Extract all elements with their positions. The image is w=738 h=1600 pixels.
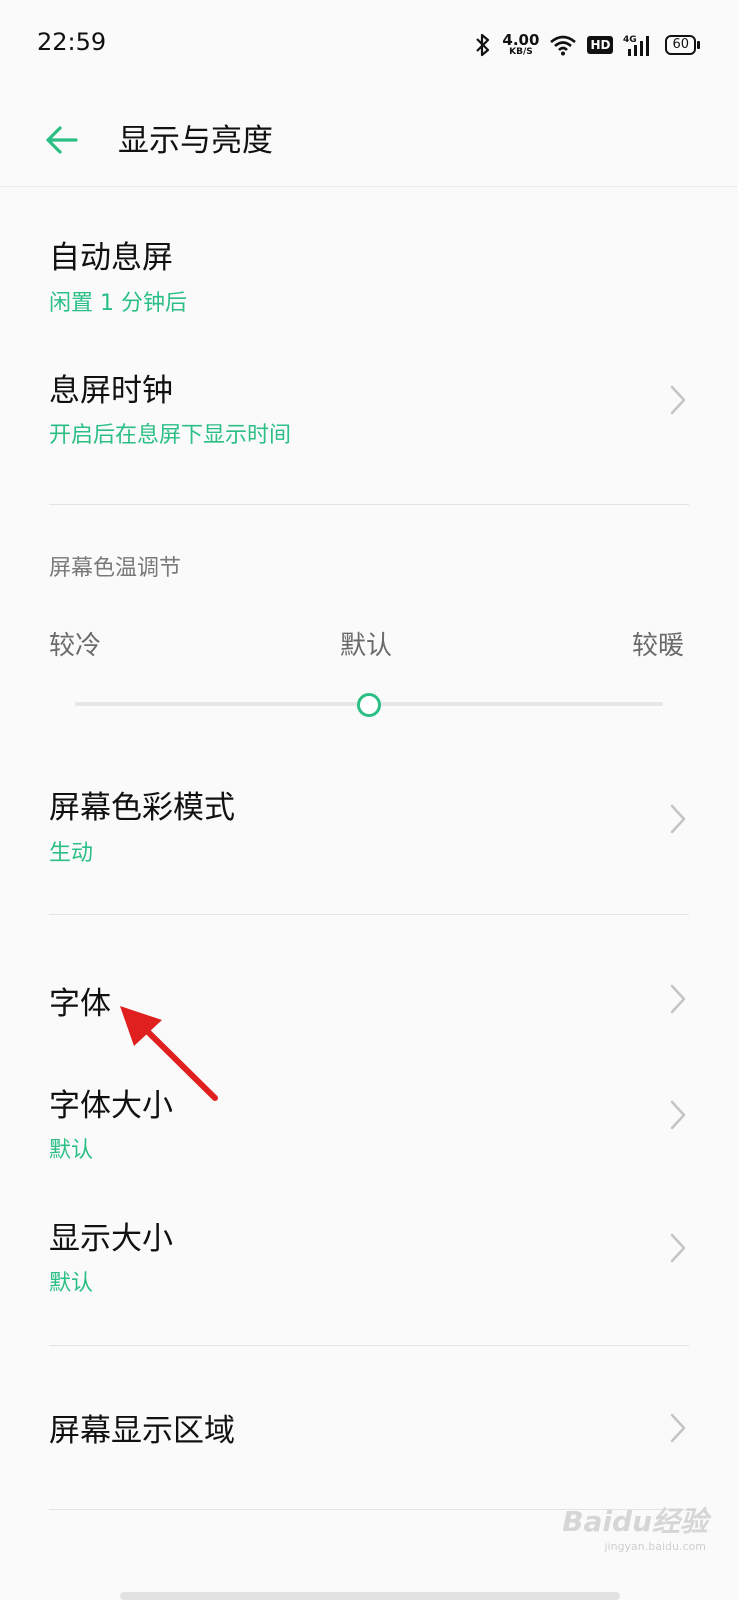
back-arrow-icon[interactable] xyxy=(42,120,82,160)
network-type: 4G xyxy=(623,35,637,45)
setting-auto-sleep[interactable]: 自动息屏 闲置 1 分钟后 xyxy=(0,210,738,320)
speed-unit: KB/S xyxy=(509,47,533,57)
slider-label-default: 默认 xyxy=(340,631,393,661)
divider xyxy=(49,504,689,505)
display-size-title: 显示大小 xyxy=(49,1221,173,1257)
chevron-right-icon xyxy=(670,1100,686,1130)
auto-sleep-title: 自动息屏 xyxy=(49,240,173,276)
font-size-value: 默认 xyxy=(49,1138,94,1163)
setting-display-size[interactable]: 显示大小 默认 xyxy=(0,1193,738,1303)
chevron-right-icon xyxy=(670,1233,686,1263)
chevron-right-icon xyxy=(670,804,686,834)
slider-label-cool: 较冷 xyxy=(49,631,102,661)
hd-badge: HD xyxy=(587,36,614,54)
setting-font-size[interactable]: 字体大小 默认 xyxy=(0,1060,738,1170)
chevron-right-icon xyxy=(670,385,686,415)
aod-clock-title: 息屏时钟 xyxy=(49,373,173,409)
slider-label-warm: 较暖 xyxy=(632,631,685,661)
font-size-title: 字体大小 xyxy=(49,1088,173,1124)
chevron-right-icon xyxy=(670,1413,686,1443)
watermark-logo: Baidu经验 xyxy=(562,1505,708,1538)
wifi-icon xyxy=(550,35,577,56)
watermark-url: jingyan.baidu.com xyxy=(604,1540,706,1553)
display-size-value: 默认 xyxy=(49,1271,94,1296)
network-speed: 4.00 KB/S xyxy=(502,33,539,57)
color-mode-value: 生动 xyxy=(49,841,94,866)
signal-icon: 4G xyxy=(623,35,650,56)
color-mode-title: 屏幕色彩模式 xyxy=(49,790,235,826)
divider xyxy=(49,914,689,915)
status-time: 22:59 xyxy=(37,28,107,56)
speed-value: 4.00 xyxy=(502,31,540,49)
gesture-bar[interactable] xyxy=(120,1592,620,1600)
setting-aod-clock[interactable]: 息屏时钟 开启后在息屏下显示时间 xyxy=(0,345,738,455)
chevron-right-icon xyxy=(670,984,686,1014)
aod-clock-subtitle: 开启后在息屏下显示时间 xyxy=(49,423,292,448)
status-bar: 22:59 4.00 KB/S HD 4G 60 xyxy=(0,0,738,90)
bluetooth-icon xyxy=(476,33,490,57)
setting-color-mode[interactable]: 屏幕色彩模式 生动 xyxy=(0,760,738,870)
color-temp-slider-thumb[interactable] xyxy=(357,693,381,717)
battery-icon: 60 xyxy=(665,35,700,55)
setting-screen-area[interactable]: 屏幕显示区域 xyxy=(0,1385,738,1475)
status-icons: 4.00 KB/S HD 4G 60 xyxy=(474,30,700,60)
color-temp-section-label: 屏幕色温调节 xyxy=(49,556,182,581)
page-title: 显示与亮度 xyxy=(118,123,273,159)
divider xyxy=(49,1345,689,1346)
app-header: 显示与亮度 xyxy=(0,90,738,187)
auto-sleep-value: 闲置 1 分钟后 xyxy=(49,291,187,316)
screen-area-title: 屏幕显示区域 xyxy=(49,1413,235,1449)
battery-level: 60 xyxy=(665,35,696,55)
font-title: 字体 xyxy=(49,986,111,1022)
